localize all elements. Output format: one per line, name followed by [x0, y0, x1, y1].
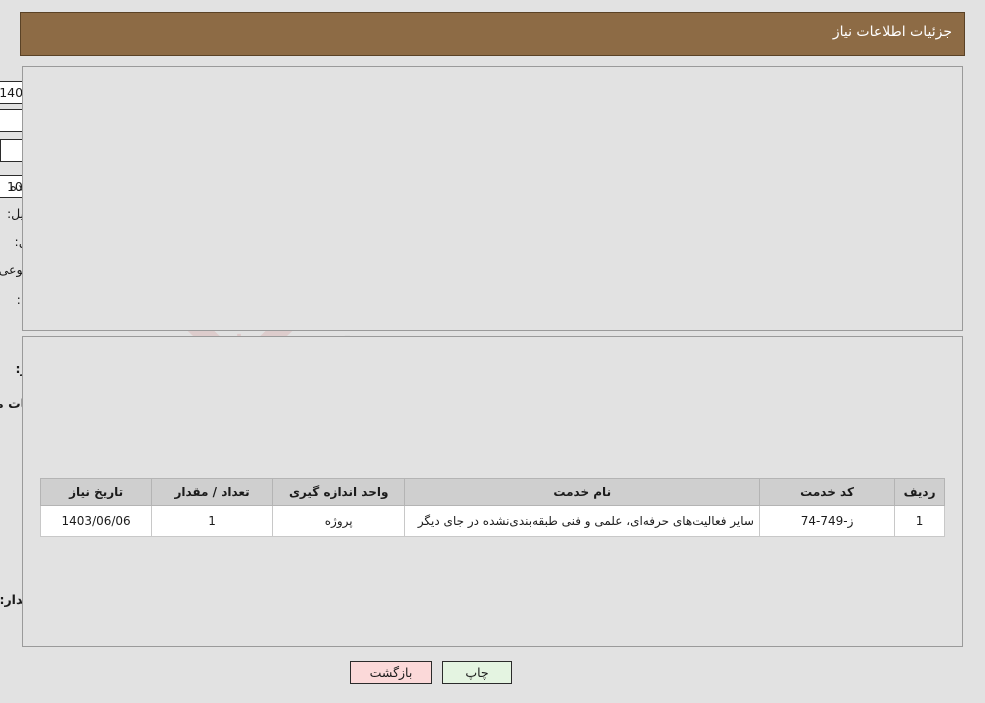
cell-service-code: ز-749-74 — [758, 505, 896, 537]
th-unit: واحد اندازه گیری — [271, 478, 406, 506]
cell-row-no: 1 — [894, 505, 945, 537]
th-service-name: نام خدمت — [404, 478, 760, 506]
cell-need-date: 1403/06/06 — [39, 505, 153, 537]
page-root: ✔ ↓ AriaTender .net جزئیات اطلاعات نیاز … — [0, 0, 985, 703]
need-summary-panel — [22, 66, 963, 331]
th-service-code: کد خدمت — [758, 478, 896, 506]
th-quantity: تعداد / مقدار — [151, 478, 273, 506]
services-table: ردیف کد خدمت نام خدمت واحد اندازه گیری ت… — [39, 478, 945, 537]
services-table-header-row: ردیف کد خدمت نام خدمت واحد اندازه گیری ت… — [39, 478, 945, 506]
page-title: جزئیات اطلاعات نیاز — [832, 24, 952, 40]
cell-unit: پروژه — [271, 505, 406, 537]
cell-service-name: سایر فعالیت‌های حرفه‌ای، علمی و فنی طبقه… — [404, 505, 760, 537]
back-button[interactable]: بازگشت — [350, 661, 432, 684]
table-row[interactable]: 1 ز-749-74 سایر فعالیت‌های حرفه‌ای، علمی… — [39, 505, 945, 537]
page-header-bar: جزئیات اطلاعات نیاز — [20, 12, 965, 56]
print-button[interactable]: چاپ — [442, 661, 512, 684]
th-row-no: ردیف — [894, 478, 945, 506]
th-need-date: تاریخ نیاز — [39, 478, 153, 506]
cell-quantity: 1 — [151, 505, 273, 537]
